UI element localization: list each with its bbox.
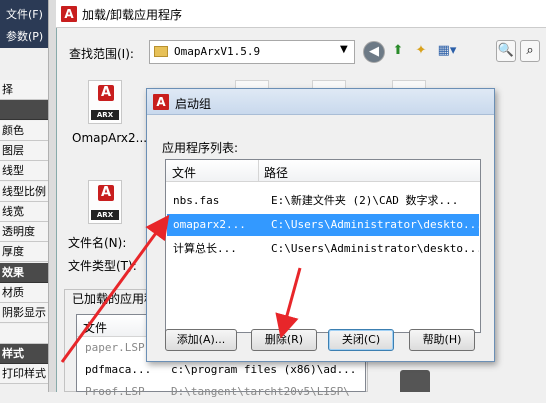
arrow-to-selected-row bbox=[60, 214, 170, 363]
arrow-to-remove-button bbox=[275, 267, 302, 339]
annotation-arrows bbox=[60, 214, 302, 363]
